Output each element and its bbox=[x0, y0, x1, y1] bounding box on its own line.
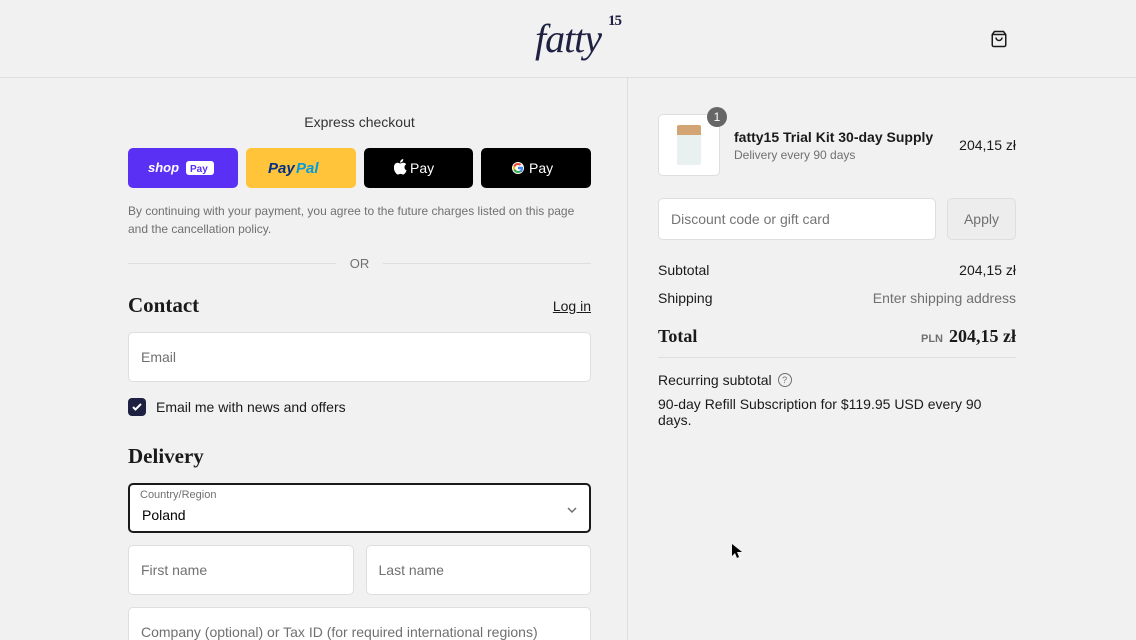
svg-text:Pay: Pay bbox=[529, 160, 553, 176]
product-image: 1 bbox=[658, 114, 720, 176]
product-info: fatty15 Trial Kit 30-day Supply Delivery… bbox=[734, 129, 945, 162]
product-sub: Delivery every 90 days bbox=[734, 148, 945, 162]
email-wrap bbox=[128, 332, 591, 382]
payment-disclaimer: By continuing with your payment, you agr… bbox=[128, 202, 591, 238]
divider-text: OR bbox=[336, 256, 384, 271]
svg-text:Pal: Pal bbox=[296, 160, 319, 177]
company-field[interactable] bbox=[128, 607, 591, 640]
first-name-field[interactable] bbox=[128, 545, 354, 595]
checkout-form: Express checkout shopPay PayPal Pay Pay … bbox=[0, 78, 627, 640]
contact-header: Contact Log in bbox=[128, 293, 591, 318]
subtotal-row: Subtotal 204,15 zł bbox=[658, 262, 1016, 278]
shipping-value: Enter shipping address bbox=[873, 290, 1016, 306]
qty-badge: 1 bbox=[707, 107, 727, 127]
currency-code: PLN bbox=[921, 333, 943, 345]
google-pay-button[interactable]: Pay bbox=[481, 148, 591, 188]
total-row: Total PLN204,15 zł bbox=[658, 318, 1016, 347]
svg-text:shop: shop bbox=[148, 160, 179, 175]
main-content: Express checkout shopPay PayPal Pay Pay … bbox=[0, 78, 1136, 640]
login-link[interactable]: Log in bbox=[553, 298, 591, 314]
shop-pay-button[interactable]: shop Pay bbox=[128, 148, 238, 188]
apple-pay-button[interactable]: Pay bbox=[364, 148, 474, 188]
name-row bbox=[128, 545, 591, 607]
newsletter-checkbox[interactable] bbox=[128, 398, 146, 416]
discount-row: Apply bbox=[658, 198, 1016, 240]
subtotal-value: 204,15 zł bbox=[959, 262, 1016, 278]
logo-sup: 15 bbox=[608, 13, 621, 30]
svg-text:Pay: Pay bbox=[410, 160, 434, 176]
newsletter-row: Email me with news and offers bbox=[128, 398, 591, 416]
last-name-field[interactable] bbox=[366, 545, 592, 595]
recurring-label-row: Recurring subtotal ? bbox=[658, 372, 1016, 388]
email-field[interactable] bbox=[128, 332, 591, 382]
country-label: Country/Region bbox=[140, 489, 216, 501]
svg-text:Pay: Pay bbox=[268, 160, 295, 177]
info-icon[interactable]: ? bbox=[778, 373, 792, 387]
recurring-label: Recurring subtotal bbox=[658, 372, 772, 388]
product-row: 1 fatty15 Trial Kit 30-day Supply Delive… bbox=[658, 114, 1016, 176]
total-value: PLN204,15 zł bbox=[921, 326, 1016, 347]
newsletter-label: Email me with news and offers bbox=[156, 399, 346, 415]
cart-icon[interactable] bbox=[990, 30, 1008, 48]
contact-title: Contact bbox=[128, 293, 199, 318]
delivery-title: Delivery bbox=[128, 444, 591, 469]
express-checkout-title: Express checkout bbox=[128, 114, 591, 130]
subtotal-label: Subtotal bbox=[658, 262, 709, 278]
discount-input[interactable] bbox=[658, 198, 936, 240]
paypal-button[interactable]: PayPal bbox=[246, 148, 356, 188]
apply-button[interactable]: Apply bbox=[947, 198, 1016, 240]
country-wrap: Country/Region bbox=[128, 483, 591, 533]
shipping-row: Shipping Enter shipping address bbox=[658, 290, 1016, 306]
product-price: 204,15 zł bbox=[959, 137, 1016, 153]
logo[interactable]: fatty15 bbox=[535, 15, 601, 62]
order-summary: 1 fatty15 Trial Kit 30-day Supply Delive… bbox=[627, 78, 1136, 640]
total-label: Total bbox=[658, 326, 697, 347]
recurring-desc: 90-day Refill Subscription for $119.95 U… bbox=[658, 396, 1016, 428]
divider: OR bbox=[128, 256, 591, 271]
logo-text: fatty bbox=[535, 16, 601, 61]
shipping-label: Shipping bbox=[658, 290, 713, 306]
express-buttons: shopPay PayPal Pay Pay bbox=[128, 148, 591, 188]
header: fatty 15 bbox=[0, 0, 1136, 78]
product-name: fatty15 Trial Kit 30-day Supply bbox=[734, 129, 945, 145]
divider-line bbox=[658, 357, 1016, 358]
svg-text:Pay: Pay bbox=[190, 164, 208, 175]
